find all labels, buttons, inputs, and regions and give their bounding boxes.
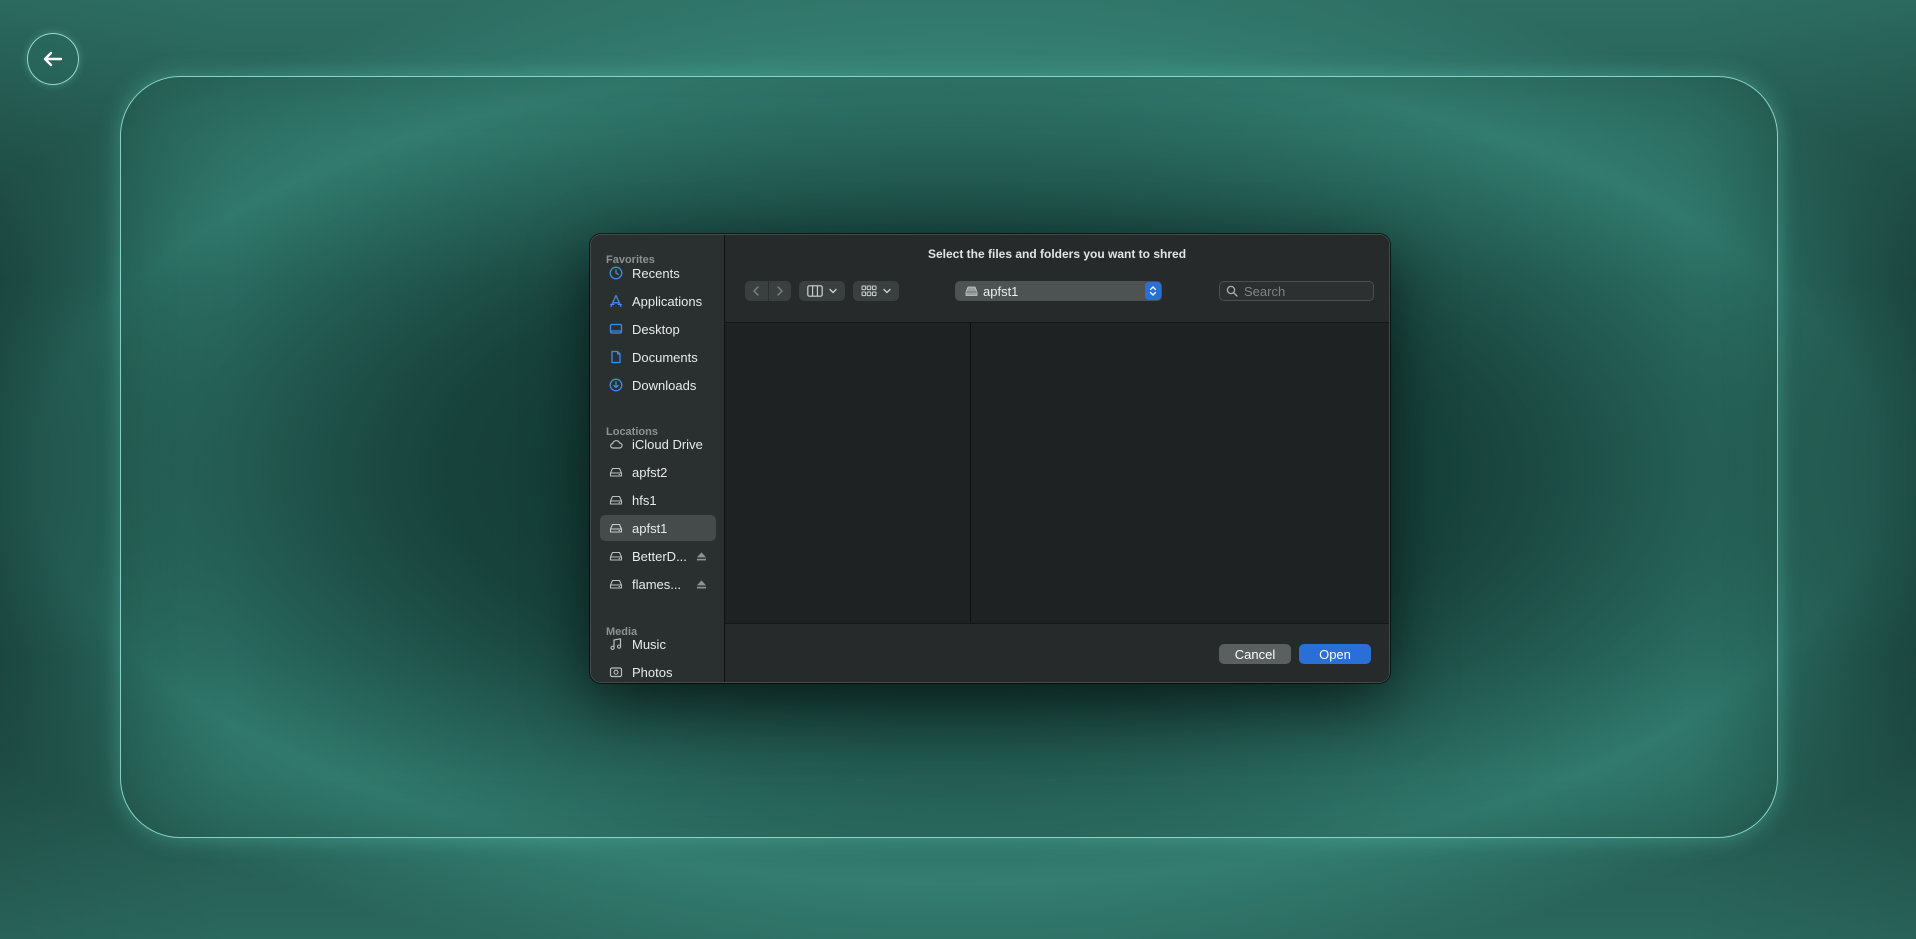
- sidebar-item-label: Downloads: [632, 377, 697, 393]
- popup-stepper: [1145, 282, 1161, 300]
- gallery-view-button[interactable]: [853, 281, 899, 301]
- sidebar-item-flames[interactable]: flames...: [600, 571, 716, 597]
- sidebar-item-label: BetterD...: [632, 548, 687, 564]
- drive-icon: [608, 492, 624, 508]
- navigation-buttons: [745, 281, 791, 301]
- sidebar-item-label: flames...: [632, 576, 682, 592]
- sidebar-item-downloads[interactable]: Downloads: [600, 372, 716, 398]
- search-icon: [1226, 285, 1238, 297]
- dialog-toolbar: Select the files and folders you want to…: [725, 235, 1389, 323]
- eject-icon[interactable]: [695, 550, 707, 562]
- browser-column[interactable]: [971, 323, 1389, 623]
- location-popup[interactable]: apfst1: [955, 281, 1162, 301]
- chevron-down-icon: [883, 288, 891, 294]
- sidebar-item-label: hfs1: [632, 492, 657, 508]
- browser-column[interactable]: [725, 323, 971, 623]
- back-nav-button[interactable]: [745, 281, 768, 301]
- back-button[interactable]: [27, 33, 79, 85]
- search-input[interactable]: [1244, 283, 1364, 299]
- search-field[interactable]: [1219, 281, 1374, 301]
- sidebar-item-apfst1[interactable]: apfst1: [600, 515, 716, 541]
- sidebar-item-apfst2[interactable]: apfst2: [600, 459, 716, 485]
- chevron-right-icon: [777, 286, 783, 296]
- document-icon: [608, 349, 624, 365]
- sidebar-item-recents[interactable]: Recents: [600, 260, 716, 286]
- drive-icon: [965, 286, 978, 296]
- cloud-icon: [608, 436, 624, 452]
- sidebar-item-documents[interactable]: Documents: [600, 344, 716, 370]
- sidebar-item-label: Recents: [632, 265, 680, 281]
- file-browser: [725, 323, 1389, 624]
- cancel-button[interactable]: Cancel: [1219, 644, 1291, 664]
- drive-icon: [608, 548, 624, 564]
- arrow-left-icon: [43, 51, 63, 67]
- sidebar-item-music[interactable]: Music: [600, 631, 716, 657]
- sidebar-item-label: Applications: [632, 293, 703, 309]
- file-open-dialog: Favorites Recents Applications Desktop D…: [590, 234, 1390, 683]
- desktop-icon: [608, 321, 624, 337]
- music-icon: [608, 636, 624, 652]
- dialog-footer: Cancel Open: [725, 624, 1389, 682]
- drive-icon: [608, 576, 624, 592]
- chevron-left-icon: [753, 286, 759, 296]
- sidebar-item-icloud-drive[interactable]: iCloud Drive: [600, 431, 716, 457]
- sidebar-item-betterd[interactable]: BetterD...: [600, 543, 716, 569]
- sidebar-item-label: apfst1: [632, 520, 668, 536]
- sidebar-item-label: Music: [632, 636, 666, 652]
- drive-icon: [608, 520, 624, 536]
- sidebar-item-label: iCloud Drive: [632, 436, 703, 452]
- dialog-main: Select the files and folders you want to…: [725, 235, 1389, 682]
- grid-icon: [861, 285, 877, 297]
- location-popup-label: apfst1: [983, 283, 1019, 299]
- up-down-chevron-icon: [1149, 286, 1157, 296]
- sidebar-item-desktop[interactable]: Desktop: [600, 316, 716, 342]
- sidebar-item-applications[interactable]: Applications: [600, 288, 716, 314]
- clock-icon: [608, 265, 624, 281]
- applications-icon: [608, 293, 624, 309]
- sidebar-item-label: apfst2: [632, 464, 668, 480]
- sidebar-item-label: Photos: [632, 664, 673, 680]
- sidebar: Favorites Recents Applications Desktop D…: [591, 235, 725, 682]
- drive-icon: [608, 464, 624, 480]
- columns-icon: [807, 285, 823, 297]
- download-icon: [608, 377, 624, 393]
- photos-icon: [608, 664, 624, 680]
- sidebar-item-hfs1[interactable]: hfs1: [600, 487, 716, 513]
- open-button[interactable]: Open: [1299, 644, 1371, 664]
- chevron-down-icon: [829, 288, 837, 294]
- sidebar-item-label: Desktop: [632, 321, 680, 337]
- sidebar-item-photos[interactable]: Photos: [600, 659, 716, 682]
- column-view-button[interactable]: [799, 281, 845, 301]
- eject-icon[interactable]: [695, 578, 707, 590]
- forward-nav-button[interactable]: [767, 281, 792, 301]
- dialog-title: Select the files and folders you want to…: [927, 247, 1187, 261]
- sidebar-item-label: Documents: [632, 349, 698, 365]
